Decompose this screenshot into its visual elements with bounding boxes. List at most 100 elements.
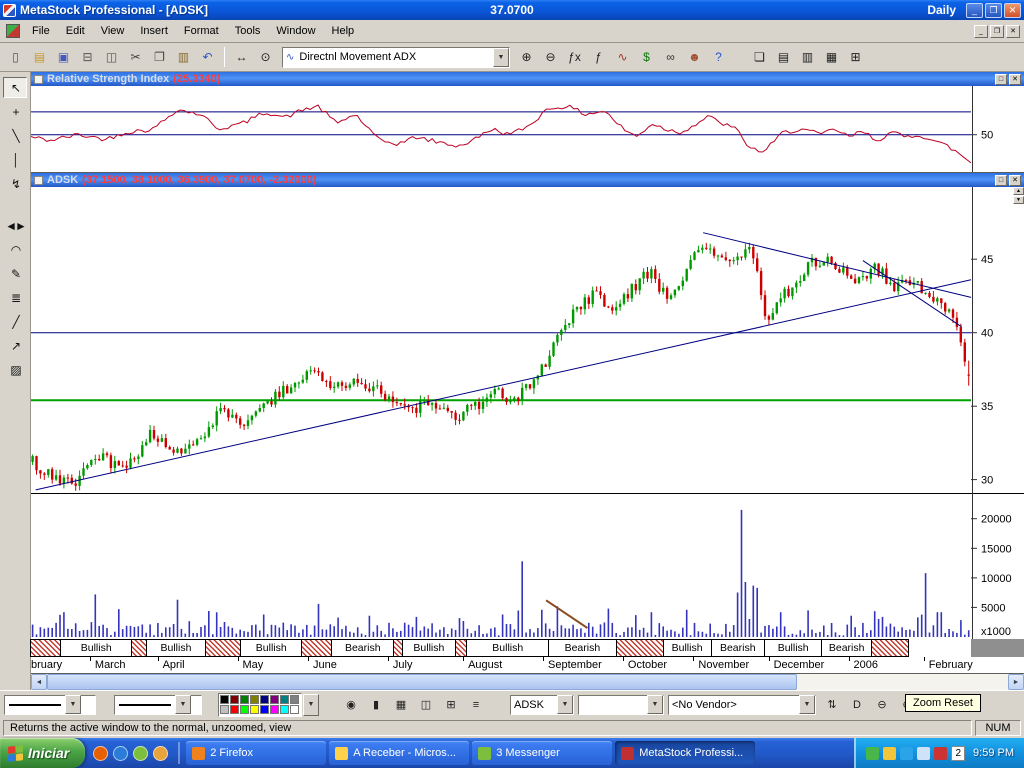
menu-window[interactable]: Window (268, 22, 323, 40)
dropdown-arrow-icon[interactable]: ▼ (799, 695, 815, 714)
menu-tools[interactable]: Tools (227, 22, 269, 40)
messenger-quick-icon[interactable] (133, 746, 148, 761)
open-chart-button[interactable]: ▤ (28, 46, 51, 68)
tray-update-icon[interactable] (883, 747, 896, 760)
color-swatch-8[interactable] (290, 695, 299, 704)
print-button[interactable]: ⊟ (76, 46, 99, 68)
color-swatch-2[interactable] (230, 695, 239, 704)
task-messenger[interactable]: 3 Messenger (472, 741, 612, 765)
system-tester-button[interactable]: ∿ (611, 46, 634, 68)
color-swatch-10[interactable] (230, 705, 239, 714)
mdi-restore-button[interactable]: ❐ (990, 25, 1004, 38)
paste-button[interactable]: ▥ (172, 46, 195, 68)
trendline-tool[interactable]: ╲ (3, 125, 27, 146)
tile-vertical-button[interactable]: ▦ (820, 46, 843, 68)
color-swatch-12[interactable] (250, 705, 259, 714)
taskbar-clock[interactable]: 9:59 PM (973, 747, 1014, 759)
arc-tool[interactable]: ◠ (3, 239, 27, 260)
text-note-tool[interactable]: ✎ (3, 263, 27, 284)
save-chart-button[interactable]: ▣ (52, 46, 75, 68)
zigzag-tool[interactable]: ↯ (3, 173, 27, 194)
mdi-minimize-button[interactable]: _ (974, 25, 988, 38)
pan-chart-button[interactable]: ↔ (230, 46, 253, 68)
new-window-button[interactable]: ❏ (748, 46, 771, 68)
dropdown-arrow-icon[interactable]: ▼ (175, 695, 191, 714)
tray-msn-icon[interactable] (866, 747, 879, 760)
task-metastock[interactable]: MetaStock Professi... (615, 741, 755, 765)
color-swatch-9[interactable] (220, 705, 229, 714)
line-style-dropdown[interactable]: ▼ (4, 695, 96, 715)
print-preview-button[interactable]: ◫ (100, 46, 123, 68)
color-swatch-1[interactable] (220, 695, 229, 704)
color-swatch-15[interactable] (280, 705, 289, 714)
cut-button[interactable]: ✂ (124, 46, 147, 68)
undo-button[interactable]: ↶ (196, 46, 219, 68)
zoom-out-button-button[interactable]: ⊖ (870, 694, 894, 716)
symbol-input[interactable]: ADSK ▼ (510, 695, 574, 715)
indicator-dropdown[interactable]: ∿ Directnl Movement ADX ▼ (282, 47, 510, 68)
color-swatch-13[interactable] (260, 705, 269, 714)
media-quick-icon[interactable] (153, 746, 168, 761)
tray-network-icon[interactable] (900, 747, 913, 760)
menu-format[interactable]: Format (176, 22, 227, 40)
color-swatch-7[interactable] (280, 695, 289, 704)
expert-advisor-button[interactable]: ☻ (683, 46, 706, 68)
color-palette[interactable] (218, 693, 302, 717)
scroll-right-button[interactable]: ► (1008, 674, 1024, 690)
bar-style-button-button[interactable]: ▮ (364, 694, 388, 716)
daily-button-button[interactable]: D (845, 694, 869, 716)
color-swatch-14[interactable] (270, 705, 279, 714)
firefox-quick-icon[interactable] (93, 746, 108, 761)
line-weight-dropdown[interactable]: ▼ (114, 695, 202, 715)
color-swatch-3[interactable] (240, 695, 249, 704)
arrange-icons-button[interactable]: ⊞ (844, 46, 867, 68)
scroll-left-button[interactable]: ◄ (31, 674, 47, 690)
color-swatch-5[interactable] (260, 695, 269, 704)
diagonal-line-tool[interactable]: ╱ (3, 311, 27, 332)
color-dropdown-arrow-icon[interactable]: ▼ (303, 694, 319, 716)
vendor-dropdown[interactable]: <No Vendor> ▼ (668, 695, 816, 715)
copy-button[interactable]: ❐ (148, 46, 171, 68)
dropdown-arrow-icon[interactable]: ▼ (65, 695, 81, 714)
vertical-line-tool[interactable]: │ (3, 149, 27, 170)
calendar-button-button[interactable]: ▦ (389, 694, 413, 716)
menu-view[interactable]: View (93, 22, 133, 40)
dropdown-arrow-icon[interactable]: ▼ (493, 48, 509, 67)
expert-builder-button[interactable]: ƒ (587, 46, 610, 68)
plot-style-button-button[interactable]: ◉ (339, 694, 363, 716)
menu-insert[interactable]: Insert (132, 22, 176, 40)
color-swatch-6[interactable] (270, 695, 279, 704)
price-window-caption[interactable]: ADSK (37.1500, 38.1000, 36.3900, 37.0700… (31, 173, 1024, 187)
color-swatch-4[interactable] (250, 695, 259, 704)
task-outlook[interactable]: A Receber - Micros... (329, 741, 469, 765)
color-swatch-11[interactable] (240, 705, 249, 714)
menu-file[interactable]: File (24, 22, 58, 40)
price-maximize-button[interactable]: □ (995, 175, 1007, 186)
minimize-button[interactable]: _ (966, 3, 983, 18)
dropdown-arrow-icon[interactable]: ▼ (557, 695, 573, 714)
task-firefox[interactable]: 2 Firefox (186, 741, 326, 765)
menu-help[interactable]: Help (324, 22, 363, 40)
restore-button[interactable]: ❐ (985, 3, 1002, 18)
desktop-quick-icon[interactable] (113, 746, 128, 761)
fibonacci-tool[interactable]: ≣ (3, 287, 27, 308)
new-chart-button[interactable]: ▯ (4, 46, 27, 68)
tile-horizontal-button[interactable]: ▥ (796, 46, 819, 68)
crosshair-tool[interactable]: + (3, 101, 27, 122)
zoom-out-button[interactable]: ⊖ (539, 46, 562, 68)
explorer-binoculars-button[interactable]: ∞ (659, 46, 682, 68)
pointer-tool[interactable]: ↖ (3, 77, 27, 98)
color-swatch-16[interactable] (290, 705, 299, 714)
updown-button-button[interactable]: ⇅ (820, 694, 844, 716)
scrollbar-thumb[interactable] (47, 674, 797, 690)
scrollbar-track[interactable] (47, 674, 1008, 690)
indicator-builder-button[interactable]: ƒx (563, 46, 586, 68)
scales-button-button[interactable]: ≡ (464, 694, 488, 716)
tray-antivirus-icon[interactable] (934, 747, 947, 760)
zoom-in-button[interactable]: ⊕ (515, 46, 538, 68)
price-close-button[interactable]: ✕ (1009, 175, 1021, 186)
rsi-window-caption[interactable]: Relative Strength Index (25.3340) □ ✕ (31, 72, 1024, 86)
cascade-windows-button[interactable]: ▤ (772, 46, 795, 68)
zoom-button[interactable]: ⊙ (254, 46, 277, 68)
rsi-maximize-button[interactable]: □ (995, 74, 1007, 85)
